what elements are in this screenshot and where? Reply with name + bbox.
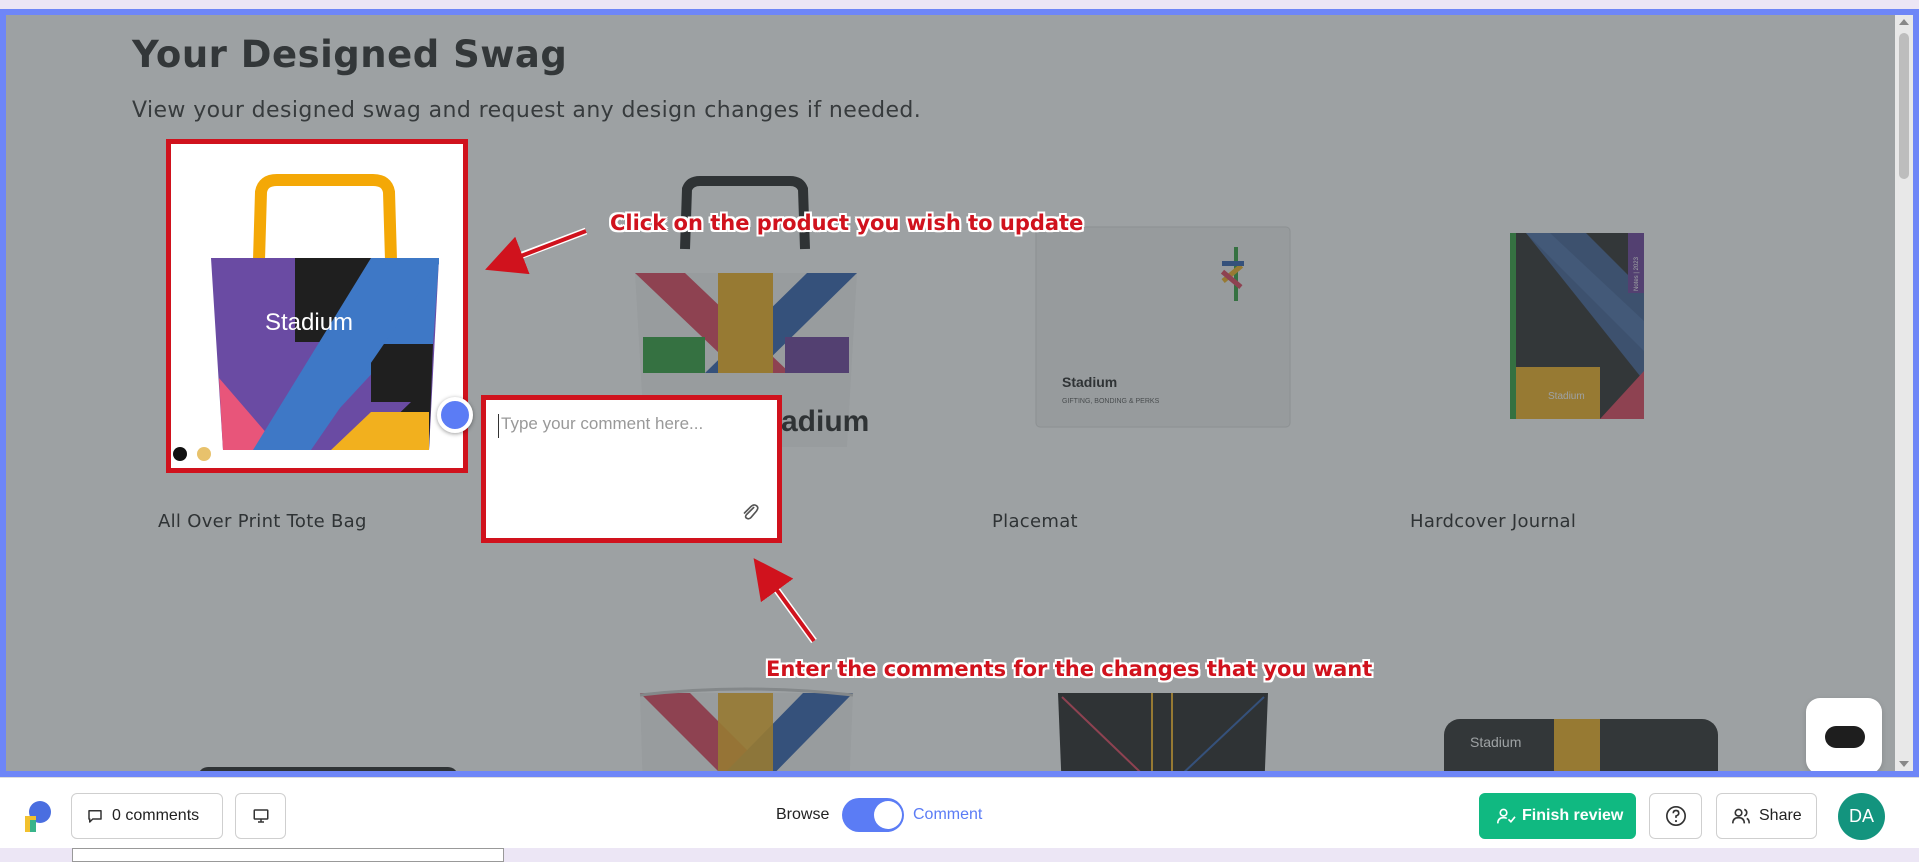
drawstring-bag-image [639, 687, 854, 771]
product-card-row2-1[interactable] [138, 633, 520, 771]
laptop-brand: Stadium [1470, 734, 1521, 750]
placemat-brand: Stadium [1062, 374, 1117, 390]
user-check-icon [1497, 808, 1516, 824]
product-name: Placemat [992, 511, 1078, 532]
selected-product-tote[interactable]: Stadium [166, 139, 468, 473]
product-name: All Over Print Tote Bag [158, 511, 367, 532]
share-label: Share [1759, 807, 1802, 824]
chat-icon [1825, 726, 1865, 748]
scroll-down-icon[interactable] [1899, 761, 1909, 767]
laptop-sleeve-image: Stadium [1444, 719, 1718, 771]
page-subtitle: View your designed swag and request any … [132, 98, 922, 123]
annotation-click-product: Click on the product you wish to update [610, 211, 1084, 235]
finish-review-button[interactable]: Finish review [1479, 793, 1636, 839]
comment-pin[interactable] [437, 397, 473, 433]
device-preview-button[interactable] [235, 793, 286, 839]
browse-comment-toggle[interactable] [842, 798, 904, 832]
app-frame: Your Designed Swag View your designed sw… [0, 9, 1919, 777]
swag-page: Your Designed Swag View your designed sw… [6, 15, 1913, 771]
user-avatar[interactable]: DA [1838, 793, 1885, 840]
color-swatch-black[interactable] [173, 447, 187, 461]
comments-count: 0 comments [112, 807, 200, 824]
comments-button[interactable]: 0 comments [71, 793, 223, 839]
scroll-thumb[interactable] [1899, 33, 1909, 179]
product-name: Hardcover Journal [1410, 511, 1577, 532]
journal-image: Stadium Notes | 2023 [1510, 233, 1644, 419]
underlying-window-strip [0, 848, 1919, 862]
comment-popup: Type your comment here... [481, 395, 782, 543]
product-card-journal[interactable]: Stadium Notes | 2023 Hardcover Journal [1390, 141, 1772, 617]
journal-brand: Stadium [1548, 391, 1585, 402]
product-card-row2-2[interactable] [555, 633, 937, 771]
page-title: Your Designed Swag [132, 33, 568, 76]
product-card-row2-4[interactable]: Stadium [1390, 633, 1772, 771]
black-drawstring-image [1058, 693, 1268, 771]
product-card-row2-3[interactable] [972, 633, 1354, 771]
comment-label[interactable]: Comment [913, 806, 982, 824]
comment-bubble-icon [88, 810, 102, 823]
page-scrollbar[interactable] [1895, 15, 1913, 771]
journal-spine: Notes | 2023 [1634, 256, 1640, 291]
comment-input[interactable]: Type your comment here... [498, 414, 758, 438]
chat-widget-button[interactable] [1806, 698, 1882, 771]
help-button[interactable] [1649, 793, 1702, 839]
help-icon [1665, 806, 1686, 826]
tote-brand: Stadium [265, 309, 353, 336]
users-icon [1732, 808, 1750, 824]
share-button[interactable]: Share [1716, 793, 1817, 839]
tote-bag-image: Stadium [211, 174, 439, 450]
finish-review-label: Finish review [1522, 807, 1624, 824]
scroll-up-icon[interactable] [1899, 19, 1909, 25]
paperclip-icon[interactable] [739, 502, 761, 524]
review-toolbar: 0 comments Browse Comment Finish review [0, 777, 1919, 848]
toggle-knob [874, 801, 902, 829]
color-swatch-yellow[interactable] [197, 447, 211, 461]
monitor-icon [253, 809, 268, 823]
placemat-tagline: GIFTING, BONDING & PERKS [1062, 398, 1160, 405]
app-logo-icon [25, 801, 51, 832]
annotation-enter-comments: Enter the comments for the changes that … [766, 657, 1373, 681]
placemat-image: Stadium GIFTING, BONDING & PERKS [1035, 226, 1291, 428]
browse-label[interactable]: Browse [776, 806, 829, 824]
